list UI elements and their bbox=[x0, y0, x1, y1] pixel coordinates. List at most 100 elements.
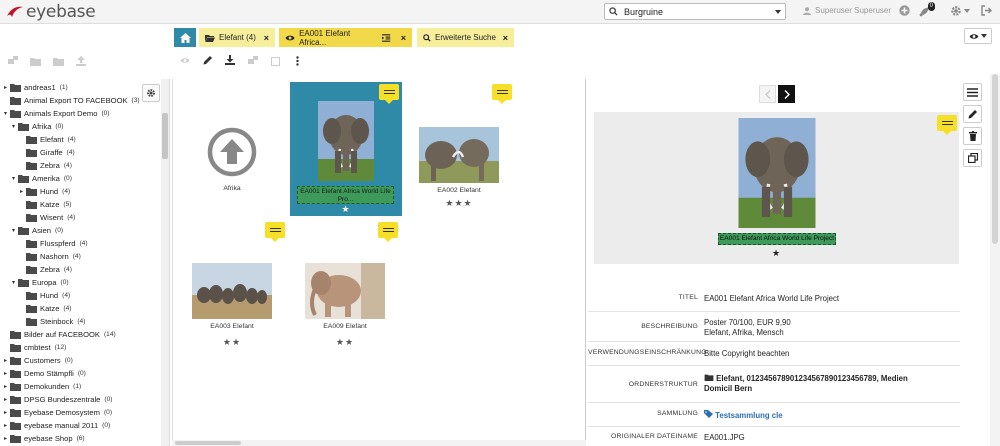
folder-edit-button[interactable] bbox=[30, 56, 41, 66]
preview-rating[interactable]: ★ bbox=[594, 248, 959, 259]
search-dropdown-icon[interactable] bbox=[775, 9, 781, 14]
home-button[interactable] bbox=[174, 28, 196, 47]
new-folder-button[interactable] bbox=[8, 56, 18, 66]
folder-path-line[interactable]: Domicil Bern bbox=[704, 384, 960, 394]
folder-icon bbox=[10, 369, 21, 378]
search-input[interactable]: Burgruine bbox=[604, 3, 786, 20]
scrollbar-thumb[interactable] bbox=[162, 113, 168, 159]
select-checkbox[interactable] bbox=[271, 57, 280, 66]
user-menu[interactable]: Superuser Superuser bbox=[803, 6, 891, 15]
meta-key: SAMMLUNG bbox=[657, 410, 698, 417]
tree-item[interactable]: ▸ Demokunden (1) bbox=[4, 380, 81, 393]
comment-icon[interactable] bbox=[492, 84, 512, 104]
tree-item[interactable]: ▸ andreas1 (1) bbox=[4, 81, 68, 94]
tree-item[interactable]: ▸ Demo Stämpfli (0) bbox=[4, 367, 86, 380]
list-indent-icon[interactable] bbox=[382, 33, 391, 42]
menu-button[interactable] bbox=[963, 83, 982, 101]
tree-item[interactable]: Nashorn (4) bbox=[20, 250, 81, 263]
next-asset-button[interactable] bbox=[778, 85, 795, 103]
asset-rating[interactable]: ★★ bbox=[304, 337, 386, 348]
duplicate-button[interactable] bbox=[963, 149, 982, 167]
folder-copy-button[interactable] bbox=[53, 56, 64, 66]
download-button[interactable] bbox=[225, 55, 235, 65]
asset-tile[interactable]: EA009 Elefant ★★ bbox=[304, 263, 386, 348]
asset-caption: EA009 Elefant bbox=[323, 323, 367, 330]
meta-value[interactable]: Testsammlung cle bbox=[704, 410, 960, 426]
folder-icon bbox=[10, 382, 21, 391]
tree-item[interactable]: cmbtest (12) bbox=[4, 341, 66, 354]
tree-item[interactable]: Bilder auf FACEBOOK (14) bbox=[4, 328, 116, 341]
tree-item[interactable]: ▸ eyebase manual 2011 (0) bbox=[4, 419, 110, 432]
settings-button[interactable] bbox=[950, 5, 970, 17]
tree-item[interactable]: Wisent (4) bbox=[20, 211, 75, 224]
tab-label: Elefant (4) bbox=[219, 33, 256, 42]
tree-item[interactable]: ▸ eyebase Shop (6) bbox=[4, 432, 85, 445]
tree-item-count: (6) bbox=[76, 435, 85, 442]
tree-item[interactable]: Katze (4) bbox=[20, 302, 71, 315]
tab-close-icon[interactable]: × bbox=[401, 33, 406, 43]
tree-item[interactable]: ▸ Eyebase Demosystem (0) bbox=[4, 406, 112, 419]
scrollbar-thumb[interactable] bbox=[175, 441, 241, 445]
folder-icon bbox=[18, 278, 29, 287]
tree-item[interactable]: Katze (5) bbox=[20, 198, 71, 211]
tab-advanced-search[interactable]: Erweiterte Suche × bbox=[417, 28, 514, 47]
detail-scrollbar[interactable] bbox=[990, 74, 1000, 446]
upload-button[interactable] bbox=[76, 56, 86, 66]
edit-button[interactable] bbox=[203, 55, 213, 65]
tree-item[interactable]: ▸ Hund (4) bbox=[20, 185, 70, 198]
folder-path[interactable]: Elefant, 0123456789012345678901234567​89… bbox=[716, 374, 908, 383]
collection-link[interactable]: Testsammlung cle bbox=[715, 411, 782, 420]
logo[interactable]: eyebase bbox=[6, 2, 96, 22]
delete-button[interactable] bbox=[963, 127, 982, 145]
notifications-button[interactable]: 0 bbox=[919, 2, 935, 17]
edit-button[interactable] bbox=[963, 105, 982, 123]
folder-up-tile[interactable]: Afrika bbox=[203, 127, 261, 192]
tree-item[interactable]: ▾ Amerika (0) bbox=[12, 172, 72, 185]
tree-item[interactable]: Elefant (4) bbox=[20, 133, 76, 146]
tab-asset-detail[interactable]: EA001 Elefant Africa... × bbox=[279, 28, 412, 47]
detail-actions bbox=[963, 83, 983, 171]
tree-item[interactable]: ▾ Asien (0) bbox=[12, 224, 63, 237]
tree-scrollbar[interactable] bbox=[161, 79, 169, 446]
tree-item-label: Katze bbox=[40, 200, 60, 209]
tree-item[interactable]: ▾ Animals Export Demo (0) bbox=[4, 107, 110, 120]
more-actions-button[interactable] bbox=[296, 56, 299, 66]
comment-icon[interactable] bbox=[379, 84, 399, 104]
grid-horizontal-scrollbar[interactable] bbox=[172, 440, 586, 446]
scrollbar-thumb[interactable] bbox=[992, 74, 998, 244]
tree-item[interactable]: ▸ DPSG Bundeszentrale (0) bbox=[4, 393, 112, 406]
eye-icon bbox=[180, 58, 190, 63]
folder-icon bbox=[30, 58, 41, 66]
tree-item[interactable]: Zebra (4) bbox=[20, 159, 72, 172]
asset-rating[interactable]: ★★★ bbox=[418, 198, 500, 209]
asset-rating[interactable]: ★ bbox=[290, 204, 402, 215]
logout-button[interactable] bbox=[981, 5, 992, 16]
tree-item[interactable]: Giraffe (4) bbox=[20, 146, 75, 159]
add-button[interactable] bbox=[899, 5, 910, 16]
tab-elefant-folder[interactable]: Elefant (4) × bbox=[199, 28, 275, 47]
asset-tile[interactable]: EA002 Elefant ★★★ bbox=[418, 127, 500, 209]
tree-item-label: Hund bbox=[40, 291, 59, 300]
tree-item[interactable]: Steinbock (4) bbox=[20, 315, 85, 328]
comment-icon[interactable] bbox=[378, 222, 398, 242]
comment-icon[interactable] bbox=[265, 222, 285, 242]
comment-icon[interactable] bbox=[937, 115, 957, 135]
view-mode-dropdown[interactable] bbox=[964, 28, 992, 44]
tree-item[interactable]: ▾ Afrika (0) bbox=[12, 120, 63, 133]
tree-settings-button[interactable] bbox=[142, 84, 160, 102]
tab-close-icon[interactable]: × bbox=[503, 33, 508, 43]
tree-item[interactable]: Zebra (4) bbox=[20, 263, 72, 276]
previous-asset-button[interactable] bbox=[759, 85, 776, 103]
tree-item[interactable]: ▸ Customers (0) bbox=[4, 354, 73, 367]
move-to-folder-button[interactable] bbox=[248, 56, 258, 66]
asset-tile[interactable]: EA003 Elefant ★★ bbox=[191, 263, 273, 348]
asset-rating[interactable]: ★★ bbox=[191, 337, 273, 348]
tree-item[interactable]: Animal Export TO FACEBOOK (3) bbox=[4, 94, 140, 107]
preview-button[interactable] bbox=[180, 57, 190, 64]
tab-close-icon[interactable]: × bbox=[264, 33, 269, 43]
tree-item[interactable]: ▾ Europa (0) bbox=[12, 276, 69, 289]
tree-item[interactable]: Flusspferd (4) bbox=[20, 237, 88, 250]
folder-icon bbox=[26, 239, 37, 248]
meta-value[interactable]: Elefant, 0123456789012345678901234567​89… bbox=[704, 373, 960, 402]
tree-item[interactable]: Hund (4) bbox=[20, 289, 70, 302]
